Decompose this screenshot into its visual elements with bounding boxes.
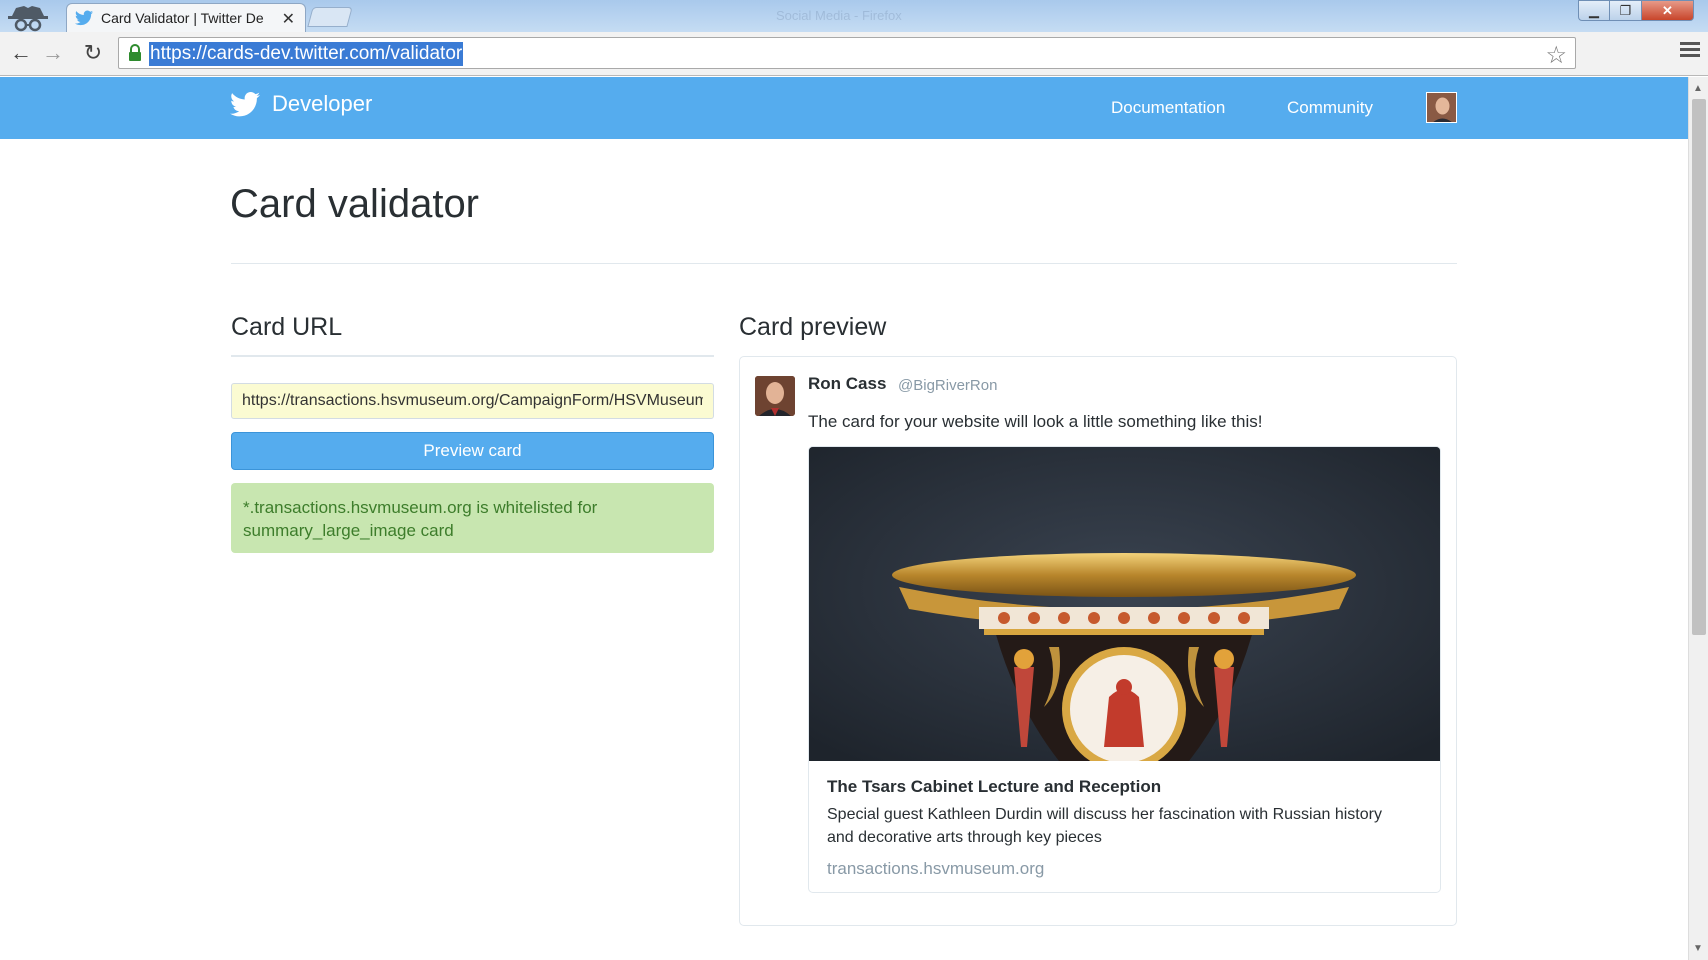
new-tab-button[interactable] <box>307 7 353 27</box>
card-preview-heading: Card preview <box>739 313 887 341</box>
page-title: Card validator <box>230 182 480 226</box>
brand-logo[interactable]: Developer <box>230 91 372 117</box>
scroll-up-icon[interactable]: ▲ <box>1693 83 1703 94</box>
incognito-icon <box>8 6 48 32</box>
card-url-heading: Card URL <box>231 313 343 341</box>
divider <box>231 263 1457 264</box>
tweet-avatar[interactable] <box>755 376 795 416</box>
twitter-bird-icon <box>230 91 260 116</box>
forward-icon[interactable]: → <box>40 40 66 66</box>
card-preview-panel: Ron Cass @BigRiverRon The card for your … <box>739 356 1457 926</box>
card-title: The Tsars Cabinet Lecture and Reception <box>827 777 1162 796</box>
tweet-author-name[interactable]: Ron Cass <box>808 374 886 394</box>
summary-large-image-card[interactable]: The Tsars Cabinet Lecture and Reception … <box>808 446 1441 893</box>
nav-documentation[interactable]: Documentation <box>1111 98 1225 118</box>
address-bar[interactable]: https://cards-dev.twitter.com/validator … <box>118 37 1576 69</box>
card-domain: transactions.hsvmuseum.org <box>827 859 1045 878</box>
site-header: Developer Documentation Community <box>0 77 1688 139</box>
tweet-author-handle[interactable]: @BigRiverRon <box>898 377 997 394</box>
reload-icon[interactable]: ↻ <box>80 40 106 66</box>
browser-tabstrip: Card Validator | Twitter De ✕ Social Med… <box>0 0 1708 32</box>
scroll-down-icon[interactable]: ▼ <box>1693 943 1703 954</box>
divider <box>231 355 714 357</box>
close-icon[interactable]: ✕ <box>282 9 295 29</box>
card-image <box>809 447 1440 771</box>
window-controls: ▁ ❐ ✕ <box>1578 0 1694 21</box>
star-icon[interactable]: ☆ <box>1545 41 1567 70</box>
card-url-input[interactable] <box>231 383 714 419</box>
browser-tab-active[interactable]: Card Validator | Twitter De ✕ <box>66 3 306 32</box>
twitter-bird-icon <box>75 10 93 26</box>
nav-community[interactable]: Community <box>1287 98 1373 118</box>
preview-card-button[interactable]: Preview card <box>231 432 714 470</box>
back-icon[interactable]: ← <box>8 40 34 66</box>
minimize-button[interactable]: ▁ <box>1578 0 1610 21</box>
card-description: Special guest Kathleen Durdin will discu… <box>827 806 1382 846</box>
avatar[interactable] <box>1426 92 1457 123</box>
scroll-thumb[interactable] <box>1692 99 1706 635</box>
lock-icon <box>129 44 141 61</box>
browser-toolbar: ← → ↻ https://cards-dev.twitter.com/vali… <box>0 32 1708 76</box>
menu-icon[interactable] <box>1680 42 1700 60</box>
window-title: Social Media - Firefox <box>776 8 902 23</box>
window-close-button[interactable]: ✕ <box>1642 0 1694 21</box>
tab-title: Card Validator | Twitter De <box>101 10 264 26</box>
page-scrollbar[interactable]: ▲ ▼ <box>1688 77 1708 960</box>
brand-text: Developer <box>272 91 373 116</box>
url-text[interactable]: https://cards-dev.twitter.com/validator <box>149 42 464 66</box>
tweet-text: The card for your website will look a li… <box>808 412 1263 431</box>
whitelist-status-message: *.transactions.hsvmuseum.org is whitelis… <box>231 483 714 553</box>
restore-button[interactable]: ❐ <box>1610 0 1642 21</box>
